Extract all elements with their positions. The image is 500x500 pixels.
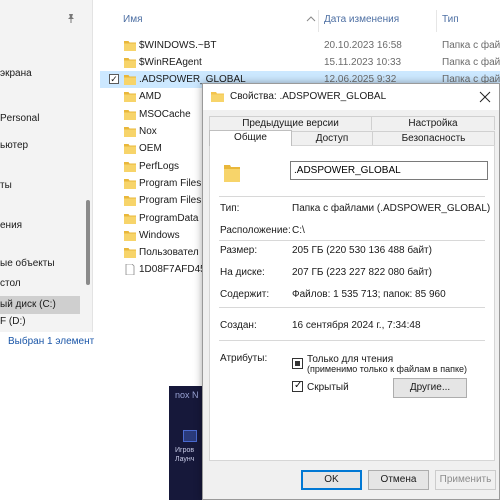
- folder-icon: [211, 92, 224, 102]
- folder-icon: [124, 196, 136, 206]
- file-name: Program Files: [139, 178, 202, 189]
- game-center-icon[interactable]: [183, 430, 197, 442]
- size-value: 205 ГБ (220 530 136 488 байт): [292, 245, 432, 256]
- file-date: 20.10.2023 16:58: [324, 40, 402, 51]
- attributes-label: Атрибуты:: [220, 353, 268, 364]
- file-name: 1D08F7AFD453: [139, 264, 212, 275]
- column-divider[interactable]: [436, 10, 437, 32]
- type-label: Тип:: [220, 203, 240, 214]
- file-name: MSOCache: [139, 109, 191, 120]
- tab-general[interactable]: Общие: [209, 130, 292, 146]
- file-type: Папка с файл: [442, 40, 500, 51]
- file-row[interactable]: $WINDOWS.~BT 20.10.2023 16:58 Папка с файл: [100, 37, 500, 54]
- sidebar-item[interactable]: ые объекты: [0, 255, 55, 273]
- file-name: Windows: [139, 230, 180, 241]
- sidebar-item[interactable]: экрана: [0, 65, 32, 83]
- advanced-attributes-button[interactable]: Другие...: [393, 378, 467, 398]
- navigation-pane: экрана Personal ьютер ты ения ые объекты стол ы…: [0, 0, 93, 332]
- divider: [219, 340, 485, 341]
- hidden-label: Скрытый: [307, 382, 349, 393]
- general-tab-panel: [209, 145, 495, 461]
- folder-icon: [124, 75, 136, 85]
- dialog-title: Свойства: .ADSPOWER_GLOBAL: [230, 91, 387, 102]
- size-label: Размер:: [220, 245, 258, 256]
- ok-button[interactable]: OK: [301, 470, 362, 490]
- divider: [219, 240, 485, 241]
- selection-status: Выбран 1 элемент: [8, 336, 95, 347]
- contains-value: Файлов: 1 535 713; папок: 85 960: [292, 289, 446, 300]
- nav-scrollbar-thumb[interactable]: [86, 200, 90, 285]
- sidebar-item[interactable]: ты: [0, 177, 12, 195]
- file-name: OEM: [139, 143, 162, 154]
- column-header-type[interactable]: Тип: [442, 14, 459, 25]
- folder-icon: [124, 231, 136, 241]
- type-value: Папка с файлами (.ADSPOWER_GLOBAL): [292, 203, 491, 214]
- indeterminate-mark: [295, 361, 300, 366]
- file-date: 15.11.2023 10:33: [324, 57, 402, 68]
- nox-logo: nox N: [175, 390, 199, 400]
- pin-icon[interactable]: [66, 13, 76, 23]
- file-name: PerfLogs: [139, 161, 180, 172]
- folder-icon: [124, 162, 136, 172]
- divider: [219, 307, 485, 308]
- folder-icon: [124, 41, 136, 51]
- dialog-titlebar[interactable]: Свойства: .ADSPOWER_GLOBAL: [203, 84, 499, 110]
- sidebar-item[interactable]: F (D:): [0, 313, 26, 331]
- tab-security[interactable]: Безопасность: [372, 131, 495, 145]
- sidebar-item[interactable]: Personal: [0, 110, 39, 128]
- folder-icon: [124, 58, 136, 68]
- contains-label: Содержит:: [220, 289, 270, 300]
- file-name: ProgramData: [139, 213, 199, 224]
- readonly-checkbox[interactable]: [292, 358, 303, 369]
- file-name: AMD: [139, 91, 162, 102]
- file-icon: [125, 264, 135, 275]
- column-header-name[interactable]: Имя: [123, 14, 142, 25]
- folder-icon: [124, 214, 136, 224]
- folder-name-field[interactable]: [290, 161, 488, 180]
- file-name: Nox: [139, 126, 157, 137]
- file-name: $WinREAgent: [139, 57, 202, 68]
- folder-icon: [224, 165, 240, 182]
- check-icon: ✓: [294, 380, 303, 391]
- row-checkbox[interactable]: ✓: [109, 74, 119, 84]
- sidebar-item[interactable]: стол: [0, 275, 21, 293]
- folder-icon: [124, 248, 136, 258]
- sidebar-item[interactable]: ьютер: [0, 137, 28, 155]
- folder-icon: [124, 179, 136, 189]
- column-header-row: Имя Дата изменения Тип: [100, 10, 500, 32]
- folder-icon: [124, 144, 136, 154]
- folder-icon: [124, 110, 136, 120]
- folder-icon: [124, 92, 136, 102]
- column-header-date[interactable]: Дата изменения: [324, 14, 399, 25]
- cancel-button[interactable]: Отмена: [368, 470, 429, 490]
- file-name: Пользовател: [139, 247, 199, 258]
- location-value: C:\: [292, 225, 305, 236]
- tab-sharing[interactable]: Доступ: [291, 131, 373, 145]
- tab-customize[interactable]: Настройка: [371, 116, 495, 130]
- tab-previous-versions[interactable]: Предыдущие версии: [209, 116, 372, 130]
- file-type: Папка с файл: [442, 57, 500, 68]
- column-divider[interactable]: [318, 10, 319, 32]
- disk-size-value: 207 ГБ (223 227 822 080 байт): [292, 267, 432, 278]
- properties-dialog: Свойства: .ADSPOWER_GLOBAL Предыдущие ве…: [202, 83, 500, 500]
- close-icon[interactable]: [475, 87, 495, 107]
- divider: [219, 196, 485, 197]
- file-name: $WINDOWS.~BT: [139, 40, 217, 51]
- sort-ascending-icon: [306, 16, 316, 22]
- file-row[interactable]: $WinREAgent 15.11.2023 10:33 Папка с файл: [100, 54, 500, 71]
- apply-button[interactable]: Применить: [435, 470, 496, 490]
- readonly-note: (применимо только к файлам в папке): [307, 364, 467, 374]
- sidebar-item[interactable]: ый диск (C:): [0, 296, 80, 314]
- hidden-checkbox[interactable]: ✓: [292, 380, 303, 392]
- file-name: Program Files: [139, 195, 202, 206]
- created-label: Создан:: [220, 320, 257, 331]
- sidebar-item[interactable]: ения: [0, 217, 22, 235]
- created-value: 16 сентября 2024 г., 7:34:48: [292, 320, 421, 331]
- folder-icon: [124, 127, 136, 137]
- disk-size-label: На диске:: [220, 267, 265, 278]
- location-label: Расположение:: [220, 225, 291, 236]
